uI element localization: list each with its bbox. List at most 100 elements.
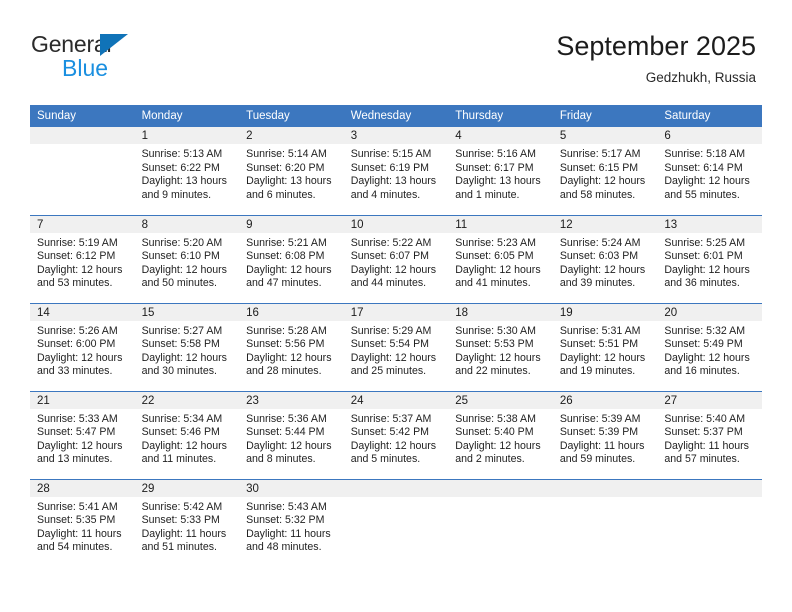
day-number: 30 [239,479,344,497]
calendar-day-cell[interactable]: 30 Sunrise: 5:43 AM Sunset: 5:32 PM Dayligh… [239,478,344,574]
day-details: Sunrise: 5:23 AM Sunset: 6:05 PM Daylight:… [448,233,553,291]
sunset-text: Sunset: 5:37 PM [664,426,743,439]
calendar-day-cell-empty [30,127,135,215]
page-title: September 2025 [556,31,756,61]
daylight-text: Daylight: 12 hours and 19 minutes. [559,351,646,378]
sunset-text: Sunset: 6:07 PM [350,250,430,263]
day-details: Sunrise: 5:13 AM Sunset: 6:22 PM Daylight:… [135,144,240,202]
calendar-day-cell[interactable]: 19 Sunrise: 5:31 AM Sunset: 5:51 PM Dayligh… [552,302,658,391]
calendar-day-cell[interactable]: 20 Sunrise: 5:32 AM Sunset: 5:49 PM Dayligh… [657,302,762,391]
daylight-text: Daylight: 11 hours and 59 minutes. [559,439,645,466]
sunrise-text: Sunrise: 5:42 AM [141,500,223,513]
daylight-text: Daylight: 12 hours and 44 minutes. [350,263,437,290]
sunrise-text: Sunrise: 5:36 AM [246,412,327,425]
calendar-day-cell[interactable]: 14 Sunrise: 5:26 AM Sunset: 6:00 PM Dayligh… [30,302,135,391]
sunset-text: Sunset: 6:22 PM [141,161,220,174]
day-details: Sunrise: 5:41 AM Sunset: 5:35 PM Daylight:… [30,497,135,555]
sunrise-text: Sunrise: 5:22 AM [350,236,432,249]
calendar-day-cell[interactable]: 16 Sunrise: 5:28 AM Sunset: 5:56 PM Dayligh… [239,302,344,391]
calendar-day-cell[interactable]: 7 Sunrise: 5:19 AM Sunset: 6:12 PM Daylight… [30,214,135,303]
calendar-day-cell[interactable]: 11 Sunrise: 5:23 AM Sunset: 6:05 PM Dayligh… [448,214,553,303]
day-details: Sunrise: 5:31 AM Sunset: 5:51 PM Daylight:… [553,321,658,379]
sunset-text: Sunset: 5:42 PM [350,426,430,439]
daylight-text: Daylight: 12 hours and 39 minutes. [559,263,646,290]
sunrise-text: Sunrise: 5:14 AM [246,148,327,160]
day-number [343,479,449,497]
daylight-text: Daylight: 12 hours and 16 minutes. [664,351,750,378]
calendar-day-cell[interactable]: 18 Sunrise: 5:30 AM Sunset: 5:53 PM Dayligh… [448,302,553,391]
day-number: 1 [134,127,240,144]
calendar-day-cell[interactable]: 8 Sunrise: 5:20 AM Sunset: 6:10 PM Daylight… [134,214,240,303]
calendar-day-cell[interactable]: 6 Sunrise: 5:18 AM Sunset: 6:14 PM Daylight… [657,127,762,215]
calendar-day-cell[interactable]: 29 Sunrise: 5:42 AM Sunset: 5:33 PM Dayligh… [134,478,240,574]
sunrise-text: Sunrise: 5:13 AM [141,148,223,160]
calendar-day-cell[interactable]: 9 Sunrise: 5:21 AM Sunset: 6:08 PM Daylight… [239,214,344,303]
day-details: Sunrise: 5:17 AM Sunset: 6:15 PM Daylight:… [553,144,658,202]
day-number [657,479,762,497]
daylight-text: Daylight: 12 hours and 50 minutes. [141,263,227,290]
calendar-day-cell[interactable]: 4 Sunrise: 5:16 AM Sunset: 6:17 PM Daylight… [448,127,553,215]
calendar-day-cell[interactable]: 13 Sunrise: 5:25 AM Sunset: 6:01 PM Dayligh… [657,214,762,303]
calendar-day-cell-empty [448,478,553,574]
day-details: Sunrise: 5:38 AM Sunset: 5:40 PM Daylight:… [448,409,553,467]
day-details: Sunrise: 5:42 AM Sunset: 5:33 PM Daylight:… [135,497,240,555]
sunset-text: Sunset: 6:05 PM [455,250,534,263]
daylight-text: Daylight: 12 hours and 11 minutes. [141,439,227,466]
calendar-day-cell[interactable]: 3 Sunrise: 5:15 AM Sunset: 6:19 PM Daylight… [343,127,449,215]
sunset-text: Sunset: 6:20 PM [246,161,325,174]
sunrise-text: Sunrise: 5:17 AM [559,148,641,160]
sunset-text: Sunset: 6:03 PM [559,250,639,263]
sunrise-text: Sunrise: 5:16 AM [455,148,536,160]
logo-text-blue: Blue [62,55,109,81]
calendar-day-cell[interactable]: 17 Sunrise: 5:29 AM Sunset: 5:54 PM Dayligh… [343,302,449,391]
sunset-text: Sunset: 6:12 PM [37,250,116,263]
calendar-day-cell[interactable]: 21 Sunrise: 5:33 AM Sunset: 5:47 PM Dayligh… [30,390,135,479]
day-details: Sunrise: 5:40 AM Sunset: 5:37 PM Daylight:… [657,409,762,467]
weekday-header-monday: Monday [134,105,240,127]
calendar-day-cell[interactable]: 26 Sunrise: 5:39 AM Sunset: 5:39 PM Dayligh… [552,390,658,479]
calendar-day-cell[interactable]: 24 Sunrise: 5:37 AM Sunset: 5:42 PM Dayligh… [343,390,449,479]
day-number: 25 [448,391,553,409]
day-number: 20 [657,303,762,321]
day-details: Sunrise: 5:36 AM Sunset: 5:44 PM Daylight:… [239,409,344,467]
calendar-day-cell[interactable]: 23 Sunrise: 5:36 AM Sunset: 5:44 PM Dayligh… [239,390,344,479]
calendar-day-cell[interactable]: 25 Sunrise: 5:38 AM Sunset: 5:40 PM Dayligh… [448,390,553,479]
sunrise-text: Sunrise: 5:23 AM [455,236,536,249]
calendar-day-cell[interactable]: 10 Sunrise: 5:22 AM Sunset: 6:07 PM Dayligh… [343,214,449,303]
calendar-day-cell[interactable]: 27 Sunrise: 5:40 AM Sunset: 5:37 PM Dayligh… [657,390,762,479]
calendar-day-cell[interactable]: 15 Sunrise: 5:27 AM Sunset: 5:58 PM Dayligh… [134,302,240,391]
daylight-text: Daylight: 13 hours and 4 minutes. [350,175,437,201]
day-details: Sunrise: 5:25 AM Sunset: 6:01 PM Daylight:… [657,233,762,291]
daylight-text: Daylight: 12 hours and 30 minutes. [141,351,227,378]
day-number [30,127,135,144]
day-details: Sunrise: 5:15 AM Sunset: 6:19 PM Daylight:… [344,144,449,202]
calendar-day-cell[interactable]: 22 Sunrise: 5:34 AM Sunset: 5:46 PM Dayligh… [134,390,240,479]
day-details: Sunrise: 5:33 AM Sunset: 5:47 PM Daylight:… [30,409,135,467]
day-number: 13 [657,215,762,233]
day-number: 8 [134,215,240,233]
calendar-day-cell[interactable]: 5 Sunrise: 5:17 AM Sunset: 6:15 PM Daylight… [552,127,658,215]
day-details: Sunrise: 5:43 AM Sunset: 5:32 PM Daylight:… [239,497,344,555]
calendar-day-cell[interactable]: 12 Sunrise: 5:24 AM Sunset: 6:03 PM Dayligh… [552,214,658,303]
daylight-text: Daylight: 12 hours and 55 minutes. [664,175,750,201]
sunrise-text: Sunrise: 5:37 AM [350,412,432,425]
day-details: Sunrise: 5:32 AM Sunset: 5:49 PM Daylight:… [657,321,762,379]
calendar-day-cell[interactable]: 28 Sunrise: 5:41 AM Sunset: 5:35 PM Dayligh… [30,478,135,574]
sunrise-text: Sunrise: 5:39 AM [559,412,641,425]
sunset-text: Sunset: 5:53 PM [455,338,534,351]
sunrise-text: Sunrise: 5:18 AM [664,148,746,160]
daylight-text: Daylight: 12 hours and 53 minutes. [37,263,123,290]
day-number: 28 [30,479,135,497]
calendar-day-cell[interactable]: 1 Sunrise: 5:13 AM Sunset: 6:22 PM Daylight… [134,127,240,215]
daylight-text: Daylight: 12 hours and 28 minutes. [246,351,332,378]
sunrise-text: Sunrise: 5:32 AM [664,324,746,337]
day-number: 17 [343,303,449,321]
triangle-icon [100,34,128,56]
sunset-text: Sunset: 6:15 PM [559,161,639,174]
calendar-day-cell[interactable]: 2 Sunrise: 5:14 AM Sunset: 6:20 PM Daylight… [239,127,344,215]
weekday-header-thursday: Thursday [448,105,553,127]
sunset-text: Sunset: 5:40 PM [455,426,534,439]
calendar-week-row: 7 Sunrise: 5:19 AM Sunset: 6:12 PM Daylight… [30,214,762,303]
day-number: 24 [343,391,449,409]
day-number: 12 [552,215,658,233]
